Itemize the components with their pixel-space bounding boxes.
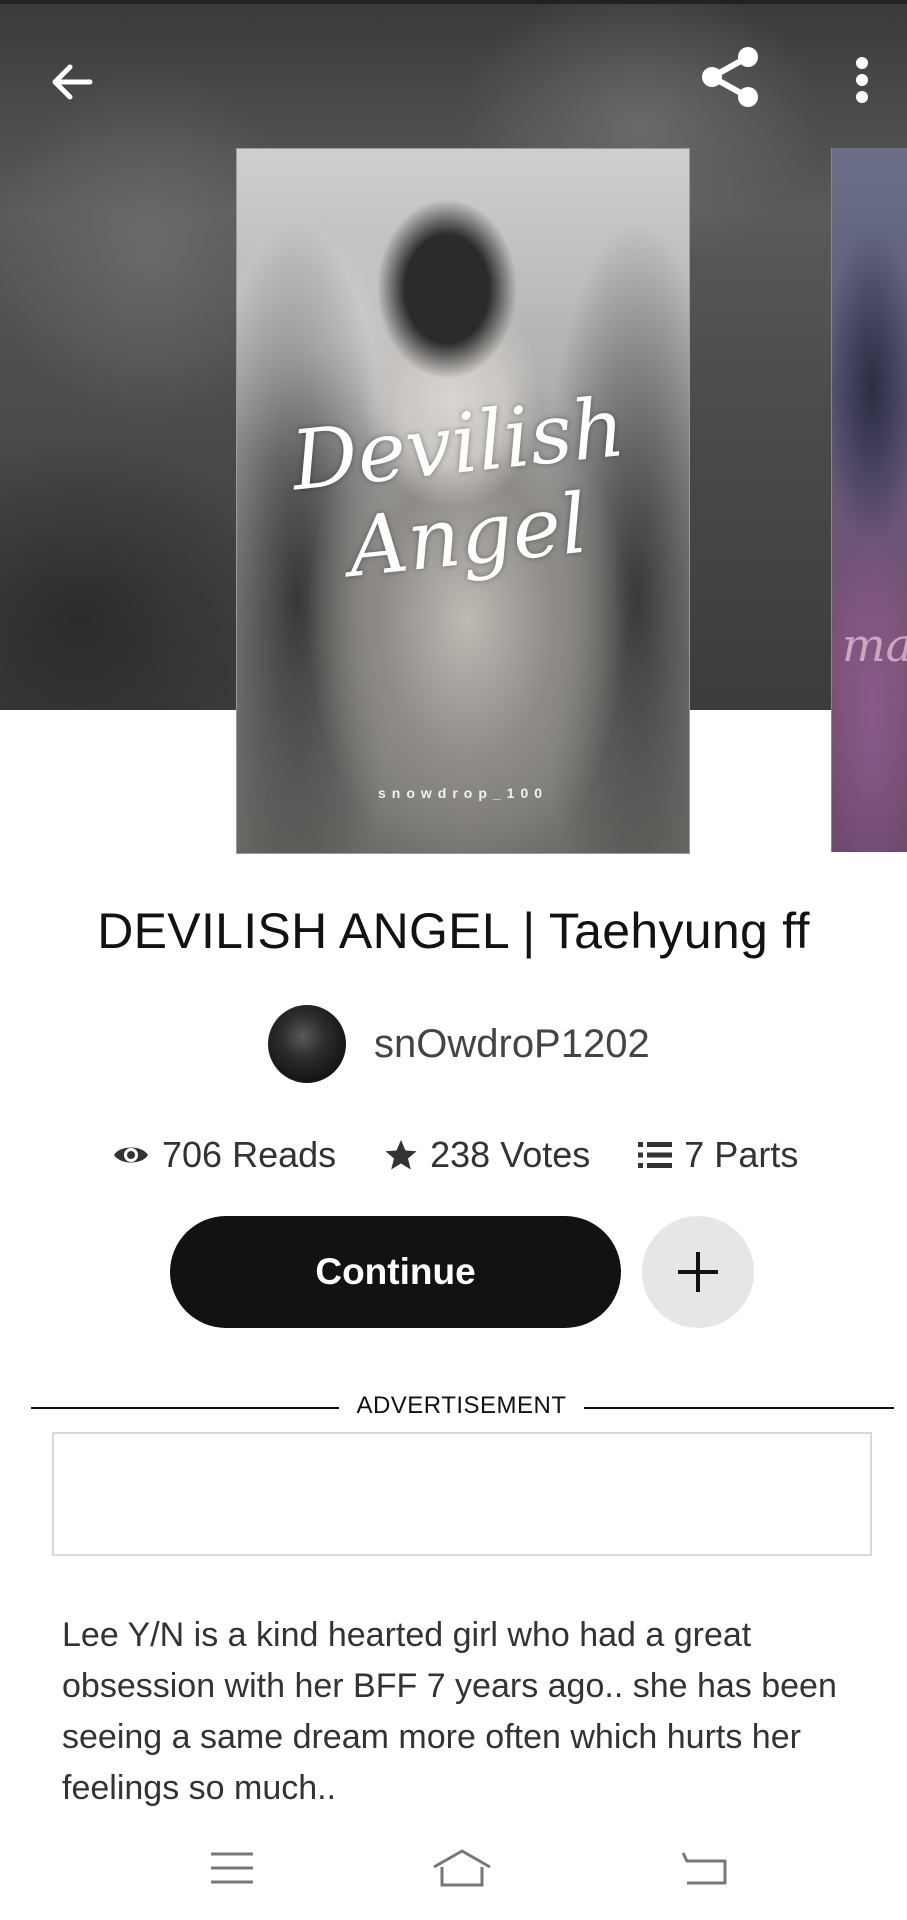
home-icon xyxy=(433,1849,491,1887)
ad-label: ADVERTISEMENT xyxy=(356,1392,567,1419)
reads-count: 706 Reads xyxy=(162,1134,337,1175)
share-icon xyxy=(702,47,758,107)
arrow-left-icon xyxy=(52,64,93,100)
back-button[interactable] xyxy=(40,50,104,114)
story-description: Lee Y/N is a kind hearted girl who had a… xyxy=(62,1616,837,1807)
votes-count: 238 Votes xyxy=(430,1134,591,1175)
menu-icon xyxy=(211,1852,253,1884)
cover-credit: snowdrop_100 xyxy=(377,785,549,801)
avatar[interactable] xyxy=(268,1005,346,1083)
ad-divider-left xyxy=(31,1407,339,1409)
list-icon xyxy=(638,1142,673,1168)
back-icon xyxy=(681,1852,727,1885)
system-back-button[interactable] xyxy=(664,1840,744,1896)
add-to-library-button[interactable] xyxy=(642,1216,754,1328)
cover-title-art: Devilish Angel xyxy=(286,380,630,596)
next-cover-title-fragment: ma xyxy=(842,618,907,672)
more-options-button[interactable] xyxy=(840,48,884,112)
votes-stat: 238 Votes xyxy=(384,1134,590,1176)
author-link[interactable]: snOwdroP1202 xyxy=(268,1004,650,1084)
ad-divider-right xyxy=(584,1407,894,1409)
reads-stat: 706 Reads xyxy=(112,1134,336,1176)
continue-button[interactable]: Continue xyxy=(170,1216,621,1328)
plus-icon xyxy=(678,1252,718,1292)
eye-icon xyxy=(114,1147,148,1163)
story-cover[interactable]: Devilish Angel snowdrop_100 xyxy=(236,148,690,854)
story-stats: 706 Reads 238 Votes 7 Parts xyxy=(112,1130,798,1180)
ad-slot[interactable] xyxy=(52,1432,872,1556)
parts-count[interactable]: 7 Parts xyxy=(684,1134,798,1176)
system-home-button[interactable] xyxy=(422,1840,502,1896)
share-button[interactable] xyxy=(690,42,772,112)
system-menu-button[interactable] xyxy=(192,1840,272,1896)
more-vertical-icon xyxy=(856,57,868,103)
story-title: DEVILISH ANGEL | Taehyung ff xyxy=(97,903,810,959)
status-bar-edge xyxy=(0,0,907,4)
author-name[interactable]: snOwdroP1202 xyxy=(374,1022,650,1067)
next-story-cover[interactable]: ma xyxy=(831,148,907,852)
star-icon xyxy=(385,1140,417,1170)
parts-stat[interactable]: 7 Parts xyxy=(638,1134,798,1176)
